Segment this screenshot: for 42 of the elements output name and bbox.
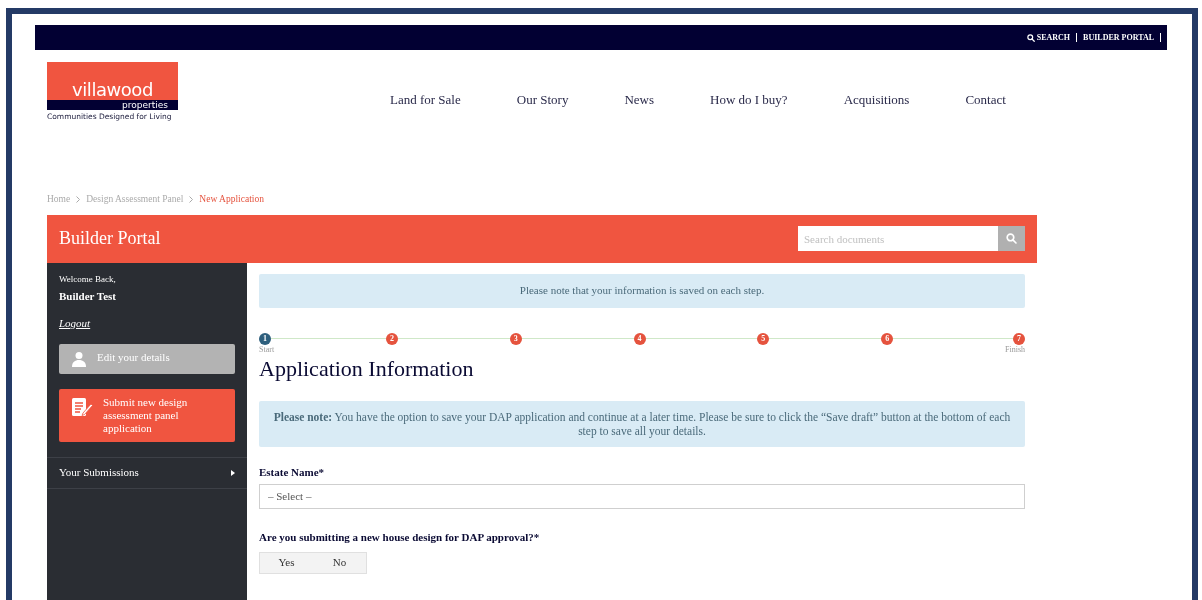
step-label: Finish [1005, 344, 1025, 354]
info-banner: Please note: You have the option to save your DAP application and continue at a later time. Please be sure to click the “Save draft” button at the bottom of each step to save all your details. [259, 400, 1025, 447]
logo-wordmark: villawood [72, 81, 153, 99]
step-marker: 2 [385, 332, 398, 345]
sidebar-menu-item[interactable]: Your Submissions [47, 457, 247, 489]
toggle-option[interactable]: Yes [260, 552, 313, 573]
top-bar-link[interactable]: SEARCH [1026, 31, 1071, 44]
logout-link[interactable]: Logout [59, 314, 91, 331]
step-marker: 7 [1013, 332, 1025, 345]
step-marker: 3 [509, 332, 522, 345]
welcome-text: Welcome Back, [59, 272, 117, 286]
search-field[interactable]: Search documents [798, 226, 998, 251]
caret-icon [231, 469, 235, 476]
logo-subtitle: properties [122, 100, 168, 110]
search-icon [1026, 33, 1035, 42]
chevron-icon [76, 195, 81, 203]
person-icon [71, 350, 87, 367]
step-marker: 1 [259, 332, 271, 345]
step-marker: 5 [757, 332, 770, 345]
user-name: Builder Test [59, 289, 117, 304]
nav-link[interactable]: Acquisitions [843, 90, 910, 123]
portal-title: Builder Portal [59, 227, 161, 250]
nav-link[interactable]: Land for Sale [390, 90, 461, 123]
nav-link[interactable]: Contact [965, 90, 1006, 123]
page-heading: Application Information [259, 354, 475, 383]
nav-link[interactable]: How do I buy? [710, 90, 788, 123]
chevron-icon [189, 195, 194, 203]
step-marker: 4 [633, 332, 646, 345]
toggle-option[interactable]: No [313, 552, 366, 573]
nav-link[interactable]: Our Story [516, 90, 569, 123]
estate-select[interactable]: – Select – [259, 484, 1025, 509]
field-label: Estate Name* [259, 464, 326, 480]
document-edit-icon [71, 395, 93, 418]
breadcrumb-link[interactable]: New Application [199, 192, 264, 207]
step-label: Start [259, 344, 275, 354]
top-bar-link[interactable]: BUILDER PORTAL [1083, 31, 1154, 44]
nav-link[interactable]: News [624, 90, 654, 123]
step-marker: 6 [881, 332, 894, 345]
search-icon [1006, 233, 1017, 244]
question-label: Are you submitting a new house design for DAP approval?* [259, 530, 541, 545]
notice-banner: Please note that your information is saved on each step. [259, 273, 1025, 308]
search-button[interactable] [998, 226, 1025, 251]
